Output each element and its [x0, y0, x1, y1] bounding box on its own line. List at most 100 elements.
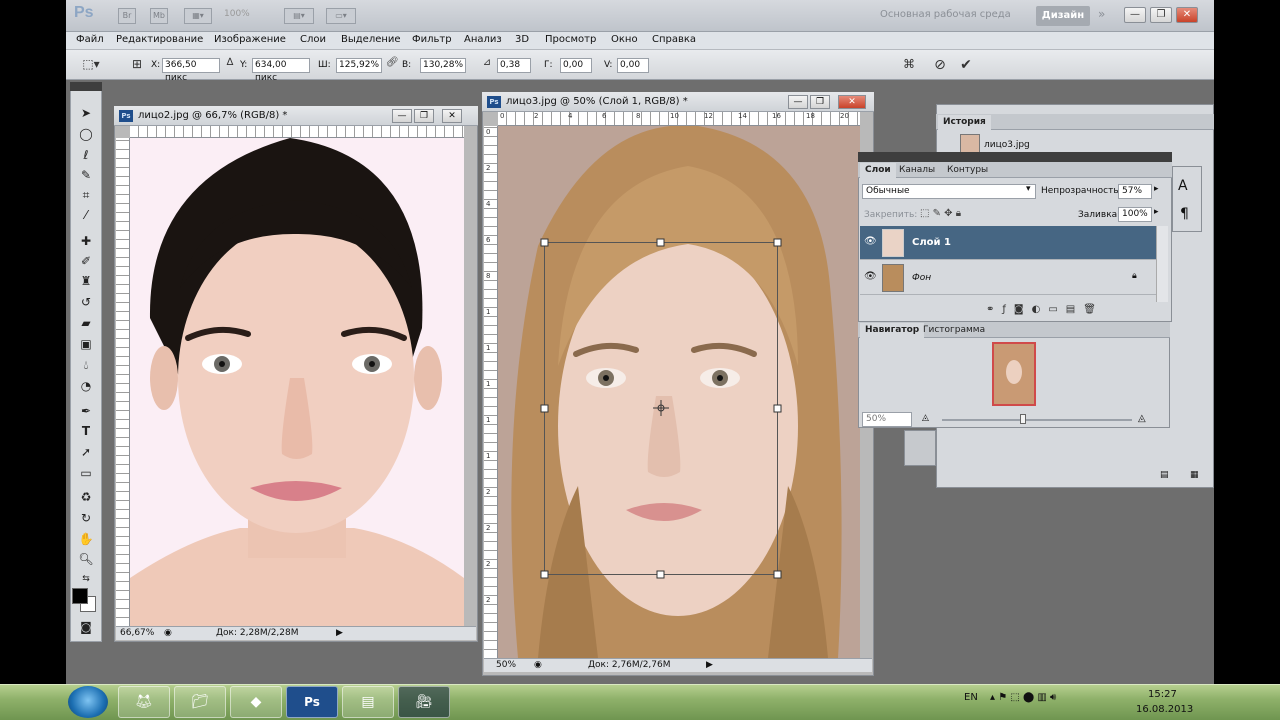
close-button[interactable]: ✕: [1176, 7, 1198, 23]
brush-tool-icon[interactable]: ✐: [74, 252, 98, 270]
screen-mode-icon[interactable]: ▭▾: [326, 8, 356, 24]
gradient-tool-icon[interactable]: ▣: [74, 335, 98, 353]
tools-panel-header[interactable]: [70, 82, 102, 91]
healing-brush-tool-icon[interactable]: ✚: [74, 232, 98, 250]
document-zoom-left[interactable]: 66,67%: [120, 627, 154, 640]
pen-tool-icon[interactable]: ✒: [74, 402, 98, 420]
document-minimize-button[interactable]: —: [788, 95, 808, 109]
width-field[interactable]: 125,92%: [336, 58, 382, 73]
history-brush-tool-icon[interactable]: ↺: [74, 293, 98, 311]
navigator-zoom-field[interactable]: 50%: [862, 412, 912, 427]
new-snapshot-icon[interactable]: ▤: [1160, 470, 1169, 480]
link-aspect-icon[interactable]: 🔗︎: [386, 57, 399, 75]
move-tool-icon[interactable]: ➤: [74, 104, 98, 122]
canvas-left[interactable]: [130, 138, 464, 626]
horizontal-ruler-right[interactable]: 0 2 4 6 8 10 12 14 16 18 20: [498, 112, 860, 126]
photoshop-taskbar-button[interactable]: Ps: [286, 686, 338, 718]
document-close-button[interactable]: ✕: [838, 95, 866, 109]
hand-tool-icon[interactable]: ✋: [74, 530, 98, 548]
marquee-tool-icon[interactable]: ◯: [74, 125, 98, 143]
start-button[interactable]: [68, 686, 108, 718]
status-arrow-icon[interactable]: ▶: [336, 627, 343, 640]
restore-button[interactable]: ❐: [1150, 7, 1172, 23]
zoom-in-icon[interactable]: ◬: [1138, 413, 1146, 424]
rotate-angle-field[interactable]: 0,38: [497, 58, 531, 73]
menu-select[interactable]: Выделение: [341, 34, 401, 45]
height-field[interactable]: 130,28%: [420, 58, 466, 73]
3d-rotate-tool-icon[interactable]: ♻: [74, 488, 98, 506]
minimize-button[interactable]: —: [1124, 7, 1146, 23]
menu-window[interactable]: Окно: [611, 34, 638, 45]
lock-options-icons[interactable]: ⬚ ✎ ✥ 🔒︎: [920, 208, 961, 219]
status-arrow-icon[interactable]: ▶: [706, 659, 713, 672]
document-titlebar-left[interactable]: Ps лицо2.jpg @ 66,7% (RGB/8) * — ❐ ✕: [114, 106, 478, 126]
zoom-out-icon[interactable]: ◬: [922, 413, 929, 423]
document-minimize-button[interactable]: —: [392, 109, 412, 123]
layers-scrollbar[interactable]: [1156, 226, 1168, 302]
menu-view[interactable]: Просмотр: [545, 34, 596, 45]
history-item[interactable]: лицо3.jpg: [984, 140, 1030, 150]
tab-navigator[interactable]: Навигатор: [860, 323, 925, 338]
canvas-right[interactable]: [498, 126, 860, 658]
swap-colors-icon[interactable]: ⇆: [74, 570, 98, 588]
vertical-skew-field[interactable]: 0,00: [617, 58, 649, 73]
warp-mode-icon[interactable]: ⌘: [900, 57, 918, 75]
eye-icon[interactable]: 👁︎: [864, 271, 877, 282]
view-extras-icon[interactable]: ▦▾: [184, 8, 212, 24]
blend-mode-select[interactable]: Обычные: [862, 184, 1036, 199]
vertical-ruler-right[interactable]: 0 2 4 6 8 1 1 1 1 1 2 2 2 2: [484, 126, 498, 658]
tab-history[interactable]: История: [938, 115, 991, 130]
quick-select-tool-icon[interactable]: ✎: [74, 166, 98, 184]
eye-icon[interactable]: 👁︎: [864, 236, 877, 247]
layers-panel-header[interactable]: [858, 152, 1172, 162]
menu-3d[interactable]: 3D: [515, 34, 529, 45]
clone-stamp-tool-icon[interactable]: ♜: [74, 272, 98, 290]
document-restore-button[interactable]: ❐: [810, 95, 830, 109]
horizontal-ruler-left[interactable]: [130, 126, 464, 138]
menu-file[interactable]: Файл: [76, 34, 104, 45]
status-menu-icon[interactable]: ◉: [164, 627, 172, 640]
stack-icon[interactable]: ▤: [342, 686, 394, 718]
layer-row-selected[interactable]: 👁︎ Слой 1: [860, 226, 1156, 260]
fill-field[interactable]: 100%: [1118, 207, 1152, 222]
layers-footer-icons[interactable]: ⚭ƒ◙◐▭▤🗑︎: [986, 304, 1104, 315]
zoom-tool-icon[interactable]: 🔍︎: [74, 550, 98, 568]
foreground-color-swatch[interactable]: [72, 588, 88, 604]
explorer-icon[interactable]: 📁︎: [174, 686, 226, 718]
status-menu-icon[interactable]: ◉: [534, 659, 542, 672]
relative-position-icon[interactable]: ∆: [224, 57, 236, 75]
navigator-slider-thumb[interactable]: [1020, 414, 1026, 424]
quick-mask-icon[interactable]: ◙: [74, 618, 98, 636]
reference-point-icon[interactable]: ⊞: [128, 57, 146, 75]
mini-bridge-icon[interactable]: Mb: [150, 8, 168, 24]
menu-layers[interactable]: Слои: [300, 34, 326, 45]
fill-slider-icon[interactable]: ▸: [1154, 207, 1159, 217]
x-position-field[interactable]: 366,50 пикс: [162, 58, 220, 83]
lasso-tool-icon[interactable]: ℓ: [74, 146, 98, 164]
paragraph-panel-icon[interactable]: ¶: [1180, 206, 1189, 222]
camera-icon[interactable]: 🎥︎: [398, 686, 450, 718]
cancel-transform-icon[interactable]: ⊘: [930, 57, 950, 75]
crop-tool-icon[interactable]: ⌗: [74, 186, 98, 204]
clock-time[interactable]: 15:27: [1148, 689, 1177, 700]
dodge-tool-icon[interactable]: ◔: [74, 377, 98, 395]
sims-icon[interactable]: ◆: [230, 686, 282, 718]
menu-image[interactable]: Изображение: [214, 34, 286, 45]
language-indicator[interactable]: EN: [964, 692, 978, 703]
3d-orbit-tool-icon[interactable]: ↻: [74, 509, 98, 527]
document-restore-button[interactable]: ❐: [414, 109, 434, 123]
firefox-icon[interactable]: 🦊︎: [118, 686, 170, 718]
path-select-tool-icon[interactable]: ➚: [74, 443, 98, 461]
tab-histogram[interactable]: Гистограмма: [918, 323, 990, 338]
transform-tool-icon[interactable]: ⬚▾: [78, 57, 104, 75]
menu-filter[interactable]: Фильтр: [412, 34, 452, 45]
commit-transform-icon[interactable]: ✔: [956, 57, 976, 75]
type-tool-icon[interactable]: T: [74, 422, 98, 440]
eyedropper-tool-icon[interactable]: ⁄: [74, 206, 98, 224]
tab-channels[interactable]: Каналы: [894, 163, 940, 178]
vertical-ruler-left[interactable]: [116, 138, 130, 626]
eraser-tool-icon[interactable]: ▰: [74, 314, 98, 332]
delete-state-icon[interactable]: ▦: [1190, 470, 1199, 480]
blur-tool-icon[interactable]: 💧︎: [74, 356, 98, 374]
menu-help[interactable]: Справка: [652, 34, 696, 45]
